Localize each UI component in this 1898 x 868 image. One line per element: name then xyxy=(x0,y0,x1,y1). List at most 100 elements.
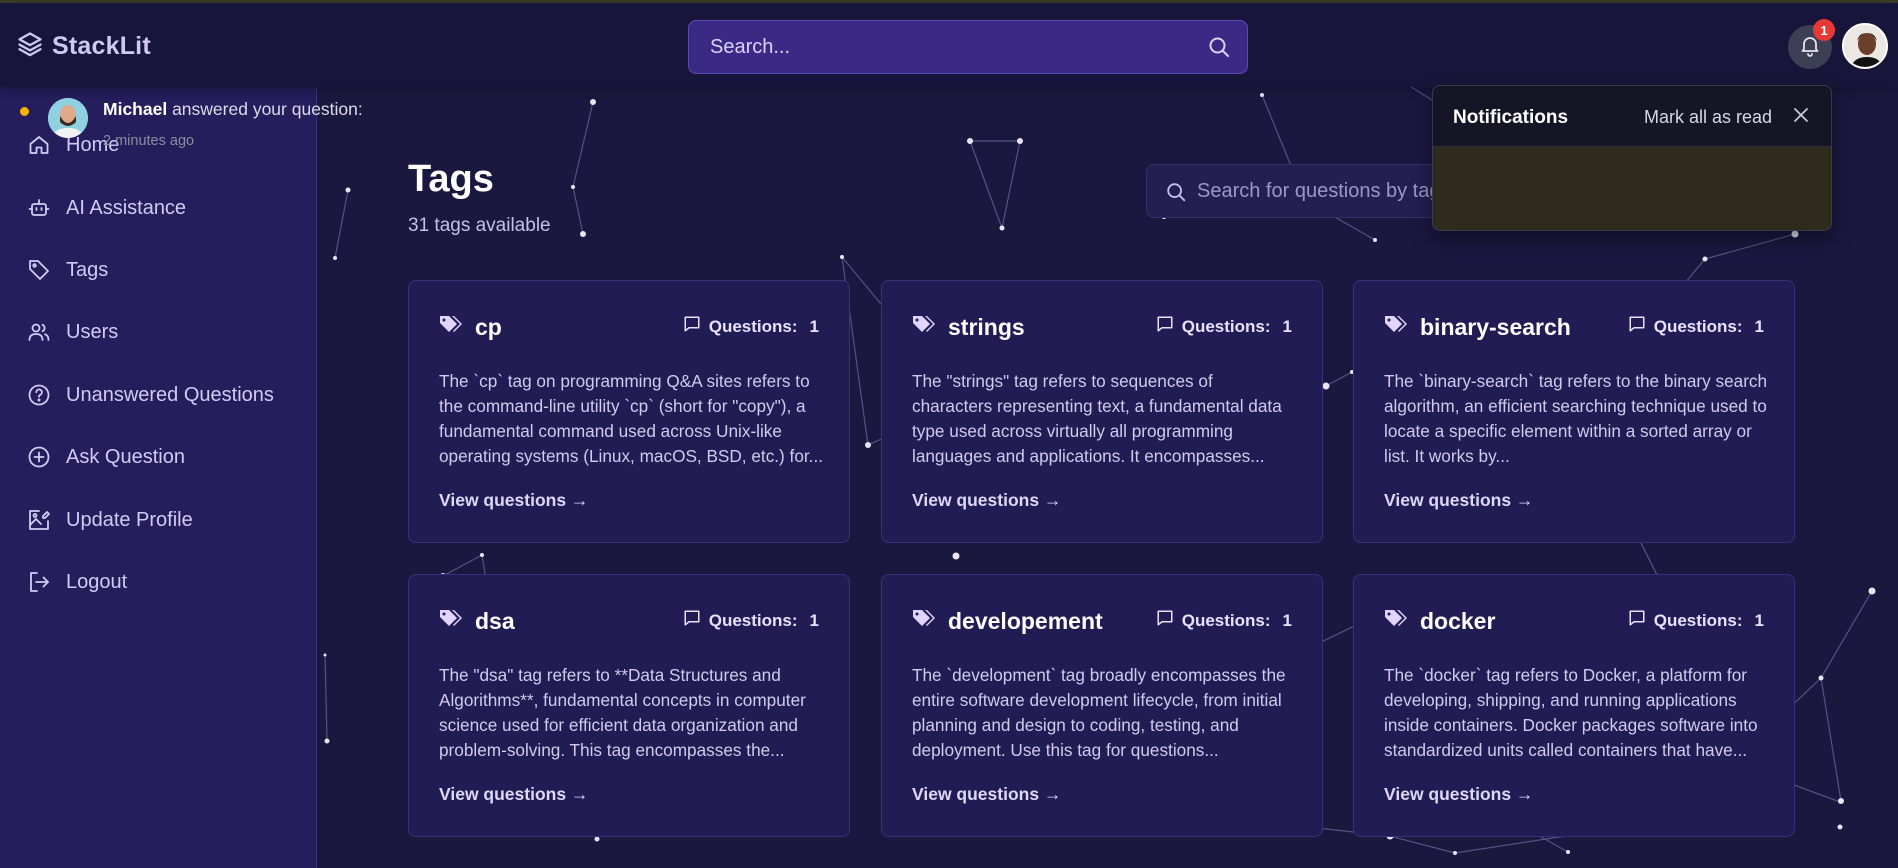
count-label: Questions: xyxy=(1653,316,1743,336)
tag-question-count: Questions: 1 xyxy=(1628,609,1764,632)
notifications-dropdown: Notifications Mark all as read xyxy=(1432,85,1832,231)
comment-icon xyxy=(1156,315,1174,338)
question-circle-icon xyxy=(26,382,52,408)
sidebar-item-label: Logout xyxy=(66,570,128,593)
tag-icon xyxy=(1384,608,1410,635)
tag-icon xyxy=(439,608,465,635)
app-logo[interactable]: StackLit xyxy=(16,30,151,63)
tag-card-header: strings xyxy=(912,314,1025,341)
count-label: Questions: xyxy=(708,610,798,630)
robot-icon xyxy=(26,195,52,221)
tag-description: The `cp` tag on programming Q&A sites re… xyxy=(439,371,823,466)
tag-question-count: Questions: 1 xyxy=(1628,315,1764,338)
search-icon[interactable] xyxy=(1207,35,1231,64)
sidebar-item-unanswered-questions[interactable]: Unanswered Questions xyxy=(26,375,274,415)
tag-description: The "strings" tag refers to sequences of… xyxy=(912,371,1282,466)
count-label: Questions: xyxy=(1653,610,1743,630)
tag-description: The `development` tag broadly encompasse… xyxy=(912,665,1286,760)
comment-icon xyxy=(1628,315,1646,338)
tag-card-strings: strings Questions: 1 The "strings" tag r… xyxy=(881,280,1323,543)
page-title: Tags xyxy=(408,158,494,200)
sidebar-item-update-profile[interactable]: Update Profile xyxy=(26,500,193,540)
tag-icon xyxy=(439,314,465,341)
tag-description: The "dsa" tag refers to **Data Structure… xyxy=(439,665,806,760)
notification-message: answered your question: xyxy=(172,99,363,119)
sidebar-item-ask-question[interactable]: Ask Question xyxy=(26,437,185,477)
view-questions-link[interactable]: View questions → xyxy=(1384,784,1533,805)
tag-card-header: binary-search xyxy=(1384,314,1571,341)
home-icon xyxy=(26,132,52,158)
tag-name[interactable]: cp xyxy=(475,314,502,341)
notifications-title: Notifications xyxy=(1453,107,1569,128)
count-value: 1 xyxy=(1282,316,1292,336)
view-questions-link[interactable]: View questions → xyxy=(1384,490,1533,511)
count-value: 1 xyxy=(809,610,819,630)
sidebar-item-label: Unanswered Questions xyxy=(66,383,274,406)
comment-icon xyxy=(1156,609,1174,632)
view-questions-link[interactable]: View questions → xyxy=(912,784,1061,805)
tag-question-count: Questions: 1 xyxy=(1156,609,1292,632)
notification-time: 2 minutes ago xyxy=(103,133,195,149)
tag-name[interactable]: strings xyxy=(948,314,1025,341)
tag-card-cp: cp Questions: 1 The `cp` tag on programm… xyxy=(408,280,850,543)
count-value: 1 xyxy=(1282,610,1292,630)
logout-icon xyxy=(26,569,52,595)
notifications-header: Notifications Mark all as read xyxy=(1433,86,1831,147)
user-avatar[interactable] xyxy=(1842,23,1888,69)
count-value: 1 xyxy=(1754,610,1764,630)
tag-icon xyxy=(26,257,52,283)
count-label: Questions: xyxy=(708,316,798,336)
search-input[interactable] xyxy=(689,21,1247,73)
global-search xyxy=(688,20,1248,74)
sidebar-item-label: Ask Question xyxy=(66,445,185,468)
sidebar-item-ai-assistance[interactable]: AI Assistance xyxy=(26,188,186,228)
tag-icon xyxy=(912,314,938,341)
tag-card-header: developement xyxy=(912,608,1103,635)
tag-description: The `docker` tag refers to Docker, a pla… xyxy=(1384,665,1758,760)
sidebar-item-tags[interactable]: Tags xyxy=(26,250,108,290)
view-questions-link[interactable]: View questions → xyxy=(439,784,588,805)
comment-icon xyxy=(683,609,701,632)
sidebar-item-label: Users xyxy=(66,320,119,343)
count-label: Questions: xyxy=(1181,610,1271,630)
comment-icon xyxy=(683,315,701,338)
layers-icon xyxy=(16,30,44,63)
sidebar-item-label: AI Assistance xyxy=(66,196,187,219)
tag-icon xyxy=(912,608,938,635)
comment-icon xyxy=(1628,609,1646,632)
mark-all-read-button[interactable]: Mark all as read xyxy=(1644,107,1772,128)
sidebar-item-label: Tags xyxy=(66,258,109,281)
image-edit-icon xyxy=(26,507,52,533)
tag-card-docker: docker Questions: 1 The `docker` tag ref… xyxy=(1353,574,1795,837)
tag-card-binary-search: binary-search Questions: 1 The `binary-s… xyxy=(1353,280,1795,543)
notification-user: Michael xyxy=(103,99,168,119)
tag-question-count: Questions: 1 xyxy=(683,315,819,338)
notification-item[interactable] xyxy=(1433,147,1831,230)
tag-name[interactable]: dsa xyxy=(475,608,515,635)
sidebar: Home AI Assistance Tags Users Unanswered… xyxy=(0,87,317,868)
search-icon xyxy=(1165,181,1187,208)
tag-card-dsa: dsa Questions: 1 The "dsa" tag refers to… xyxy=(408,574,850,837)
sidebar-item-users[interactable]: Users xyxy=(26,312,118,352)
close-icon[interactable] xyxy=(1791,105,1811,130)
notification-text: Michael answered your question: xyxy=(103,99,363,120)
tag-name[interactable]: docker xyxy=(1420,608,1495,635)
tags-count-subtitle: 31 tags available xyxy=(408,215,551,236)
unread-dot xyxy=(20,107,29,116)
count-value: 1 xyxy=(809,316,819,336)
tag-name[interactable]: binary-search xyxy=(1420,314,1571,341)
app-name: StackLit xyxy=(52,32,151,60)
tag-name[interactable]: developement xyxy=(948,608,1103,635)
tag-icon xyxy=(1384,314,1410,341)
view-questions-link[interactable]: View questions → xyxy=(439,490,588,511)
tag-card-header: docker xyxy=(1384,608,1495,635)
view-questions-link[interactable]: View questions → xyxy=(912,490,1061,511)
tag-card-header: cp xyxy=(439,314,502,341)
users-icon xyxy=(26,319,52,345)
tag-card-developement: developement Questions: 1 The `developme… xyxy=(881,574,1323,837)
tag-card-header: dsa xyxy=(439,608,515,635)
tag-question-count: Questions: 1 xyxy=(683,609,819,632)
count-label: Questions: xyxy=(1181,316,1271,336)
tag-question-count: Questions: 1 xyxy=(1156,315,1292,338)
sidebar-item-logout[interactable]: Logout xyxy=(26,562,127,602)
